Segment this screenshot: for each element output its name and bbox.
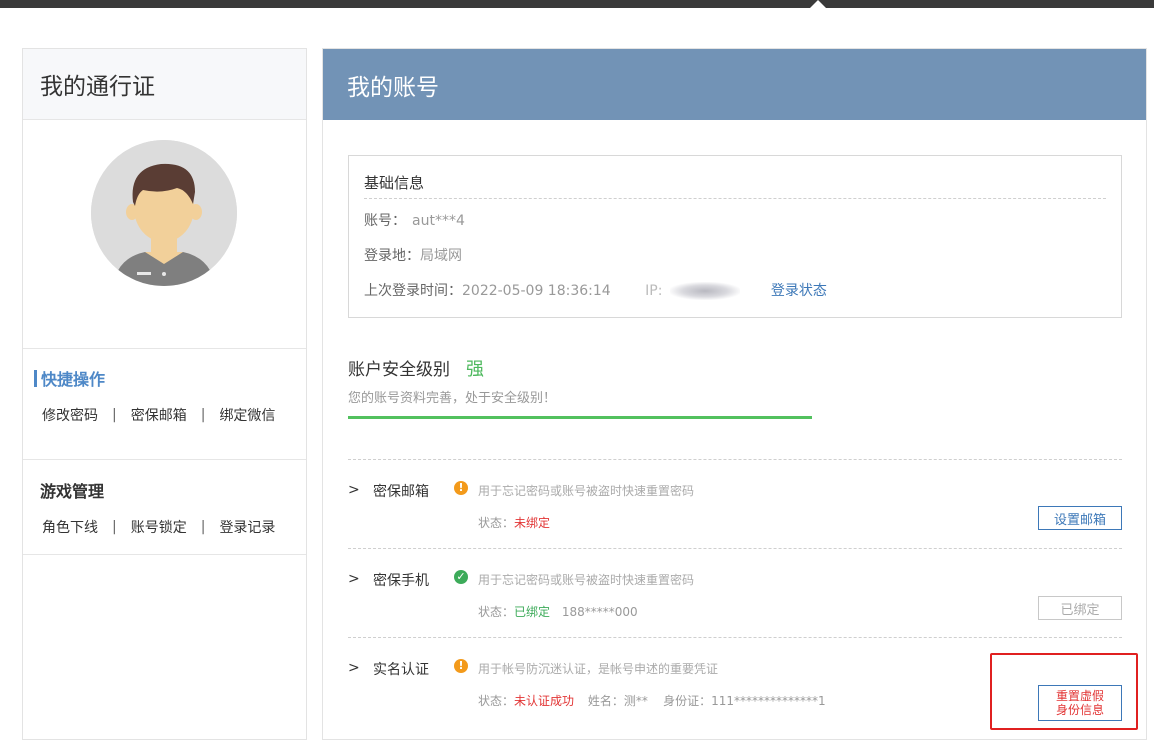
item-name: 密保手机 (373, 573, 429, 589)
separator: | (200, 519, 206, 535)
security-level: 账户安全级别强 (348, 355, 484, 381)
basic-info-box: 基础信息 账号： aut***4 登录地：局域网 上次登录时间：2022-05-0… (348, 155, 1122, 318)
item-status: 状态：已绑定 188*****000 (478, 603, 638, 620)
separator: | (112, 407, 117, 423)
warning-icon: ! (454, 481, 468, 495)
avatar-section (23, 120, 306, 349)
check-circle-icon: ✓ (454, 570, 468, 584)
top-nav-bar (0, 0, 1154, 8)
login-status-link[interactable]: 登录状态 (771, 283, 827, 299)
warning-icon: ! (454, 659, 468, 673)
separator: | (200, 407, 206, 423)
security-email-link[interactable]: 密保邮箱 (131, 405, 187, 425)
security-progress-bar (348, 416, 812, 419)
last-login-row: 上次登录时间：2022-05-09 18:36:14 IP: 登录状态 (364, 280, 827, 300)
set-email-button[interactable]: 设置邮箱 (1038, 506, 1122, 530)
account-row: 账号： aut***4 (364, 210, 465, 230)
quick-actions-title: 快捷操作 (34, 367, 306, 389)
item-description: 用于帐号防沉迷认证，是帐号申述的重要凭证 (478, 662, 719, 676)
item-description: 用于忘记密码或账号被盗时快速重置密码 (478, 484, 695, 498)
quick-actions-section: 快捷操作 修改密码 | 密保邮箱 | 绑定微信 (23, 367, 306, 460)
ip-label: IP: (645, 283, 663, 299)
section-accent-bar (34, 369, 37, 387)
game-management-section: 游戏管理 角色下线 | 账号锁定 | 登录记录 (23, 460, 306, 555)
chevron-right-icon[interactable]: > (348, 482, 360, 498)
item-name: 密保邮箱 (373, 484, 429, 500)
user-avatar-icon[interactable] (91, 140, 237, 286)
last-login-value: 2022-05-09 18:36:14 (462, 283, 611, 299)
security-level-value: 强 (466, 359, 484, 380)
divider (364, 198, 1106, 199)
ip-redacted-blur (670, 282, 741, 300)
phone-number: 188*****000 (561, 605, 638, 619)
character-offline-link[interactable]: 角色下线 (42, 517, 98, 537)
location-label: 登录地： (364, 248, 420, 264)
status-value: 未绑定 (514, 516, 551, 530)
bound-button[interactable]: 已绑定 (1038, 596, 1122, 620)
security-email-item: > 密保邮箱 ! 用于忘记密码或账号被盗时快速重置密码 状态：未绑定 设置邮箱 (348, 459, 1122, 548)
quick-links: 修改密码 | 密保邮箱 | 绑定微信 (34, 403, 306, 427)
chevron-right-icon[interactable]: > (348, 571, 360, 587)
item-status: 状态：未绑定 (478, 514, 550, 531)
item-status: 状态：未认证成功 姓名：测** 身份证：111**************1 (478, 692, 826, 709)
location-row: 登录地：局域网 (364, 245, 462, 265)
status-value: 已绑定 (514, 605, 551, 619)
change-password-link[interactable]: 修改密码 (42, 405, 98, 425)
security-level-label: 账户安全级别 (348, 360, 450, 380)
item-description: 用于忘记密码或账号被盗时快速重置密码 (478, 573, 695, 587)
page-title: 我的账号 (323, 49, 1146, 120)
chevron-right-icon[interactable]: > (348, 660, 360, 676)
security-description: 您的账号资料完善，处于安全级别！ (348, 391, 557, 406)
separator: | (112, 519, 117, 535)
account-value: aut***4 (412, 213, 465, 229)
game-links: 角色下线 | 账号锁定 | 登录记录 (40, 515, 306, 539)
status-value: 未认证成功 (514, 694, 575, 708)
status-label: 状态： (478, 694, 515, 708)
highlight-box (990, 653, 1138, 730)
passport-sidebar: 我的通行证 快捷操作 修改密码 | 密保邮箱 | 绑定微信 游戏管理 角色下线 … (22, 48, 307, 740)
account-panel: 我的账号 基础信息 账号： aut***4 登录地：局域网 上次登录时间：2022… (322, 48, 1147, 740)
sidebar-title: 我的通行证 (23, 49, 306, 120)
account-lock-link[interactable]: 账号锁定 (131, 517, 187, 537)
quick-actions-label: 快捷操作 (41, 370, 106, 389)
bind-wechat-link[interactable]: 绑定微信 (219, 405, 275, 425)
account-label: 账号： (364, 213, 406, 229)
status-label: 状态： (478, 516, 515, 530)
nav-pointer-notch (810, 0, 826, 8)
item-name: 实名认证 (373, 662, 429, 678)
security-phone-item: > 密保手机 ✓ 用于忘记密码或账号被盗时快速重置密码 状态：已绑定 188**… (348, 548, 1122, 637)
last-login-label: 上次登录时间： (364, 283, 462, 299)
identity-info: 姓名：测** 身份证：111**************1 (587, 694, 826, 708)
basic-info-title: 基础信息 (364, 174, 425, 192)
login-records-link[interactable]: 登录记录 (219, 517, 275, 537)
game-management-title: 游戏管理 (40, 482, 105, 501)
status-label: 状态： (478, 605, 515, 619)
location-value: 局域网 (420, 248, 462, 264)
